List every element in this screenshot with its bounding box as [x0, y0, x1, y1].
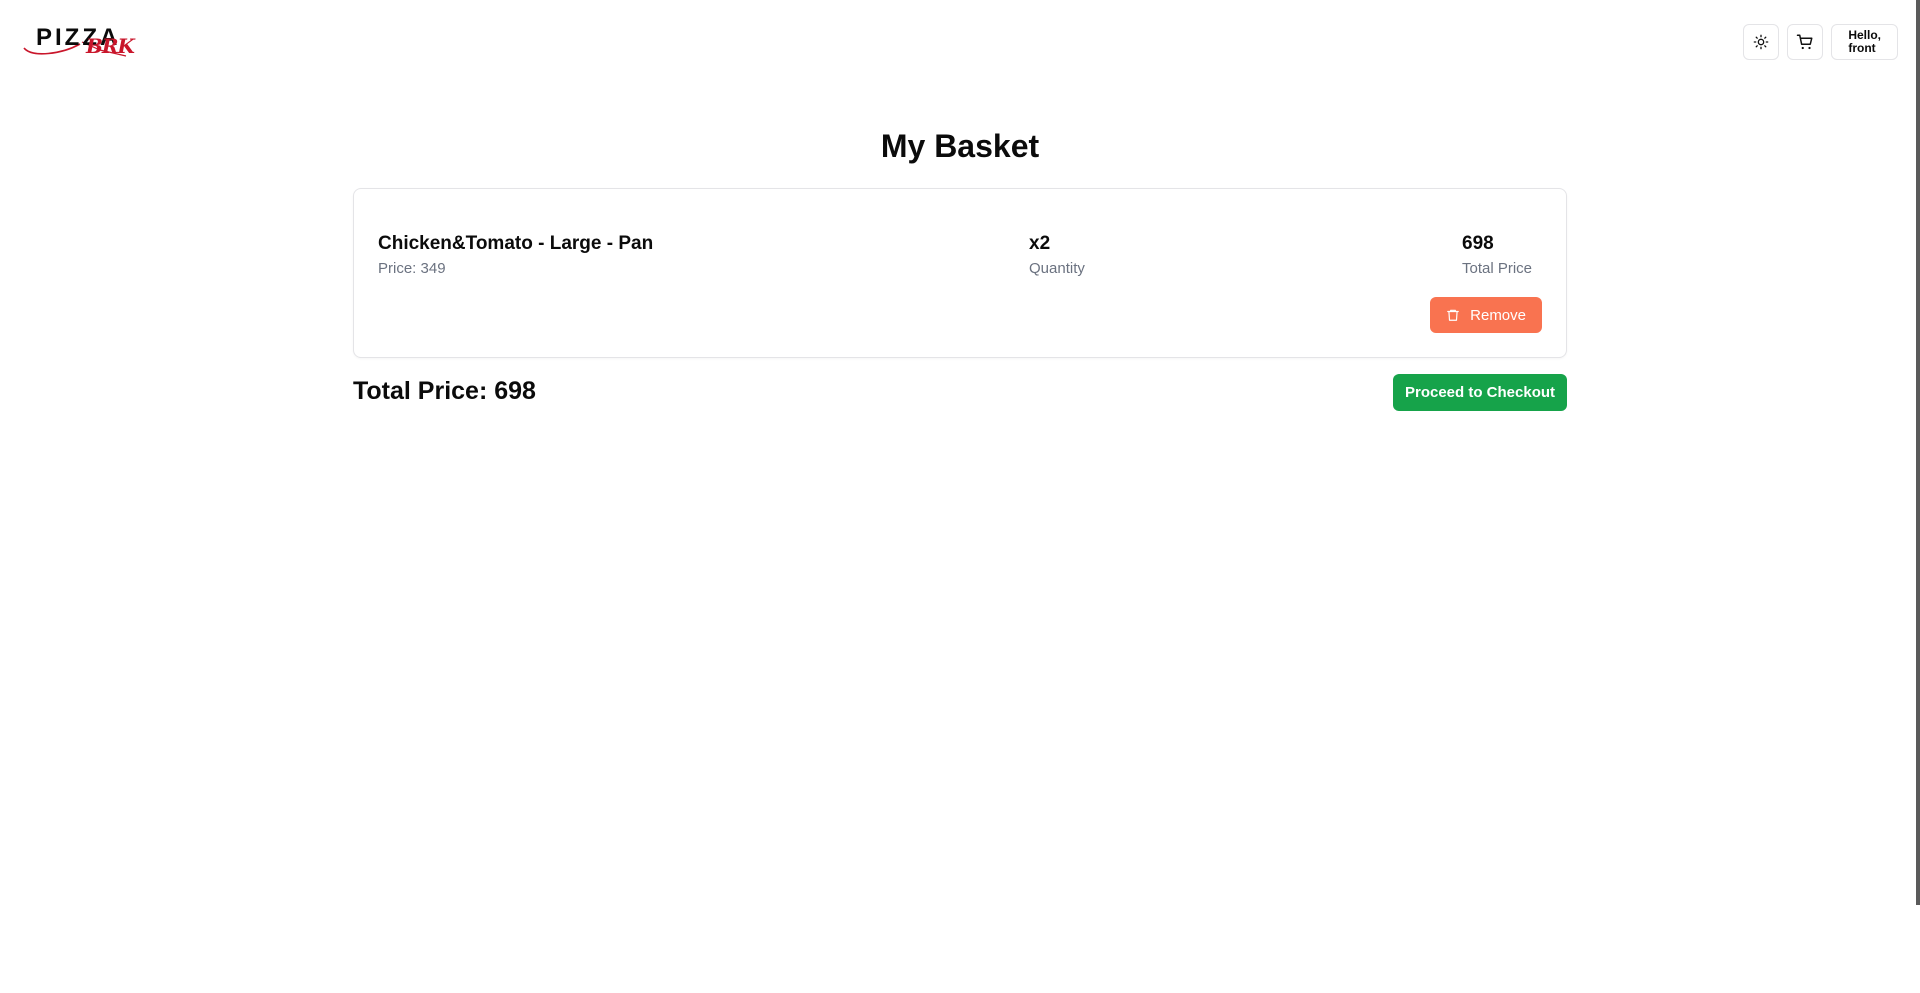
user-menu-button[interactable]: Hello, front [1831, 24, 1898, 60]
item-unit-price: Price: 349 [378, 260, 446, 277]
item-quantity-value: x2 [1029, 233, 1051, 254]
pizza-brk-logo[interactable]: PIZZA BRK [22, 22, 135, 62]
item-total-value: 698 [1462, 233, 1494, 254]
logo-text-sub: BRK [86, 34, 135, 58]
theme-toggle-button[interactable] [1743, 24, 1780, 60]
header-actions: Hello, front [1743, 24, 1898, 60]
remove-button-label: Remove [1470, 306, 1526, 324]
remove-item-button[interactable]: Remove [1430, 297, 1542, 333]
top-bar: PIZZA BRK Hello, front [0, 0, 1920, 84]
item-quantity-label: Quantity [1029, 260, 1085, 277]
trash-icon [1447, 309, 1459, 321]
item-name: Chicken&Tomato - Large - Pan [378, 233, 654, 254]
sun-icon [1753, 34, 1769, 50]
basket-item-card: Chicken&Tomato - Large - Pan Price: 349 … [353, 188, 1567, 358]
item-total-label: Total Price [1462, 260, 1533, 277]
cart-button[interactable] [1787, 24, 1824, 60]
proceed-to-checkout-button[interactable]: Proceed to Checkout [1393, 374, 1567, 411]
cart-icon [1797, 34, 1813, 50]
greeting-line-2: front [1848, 41, 1876, 55]
basket-total-price: Total Price: 698 [353, 377, 536, 405]
page-title: My Basket [880, 128, 1040, 164]
